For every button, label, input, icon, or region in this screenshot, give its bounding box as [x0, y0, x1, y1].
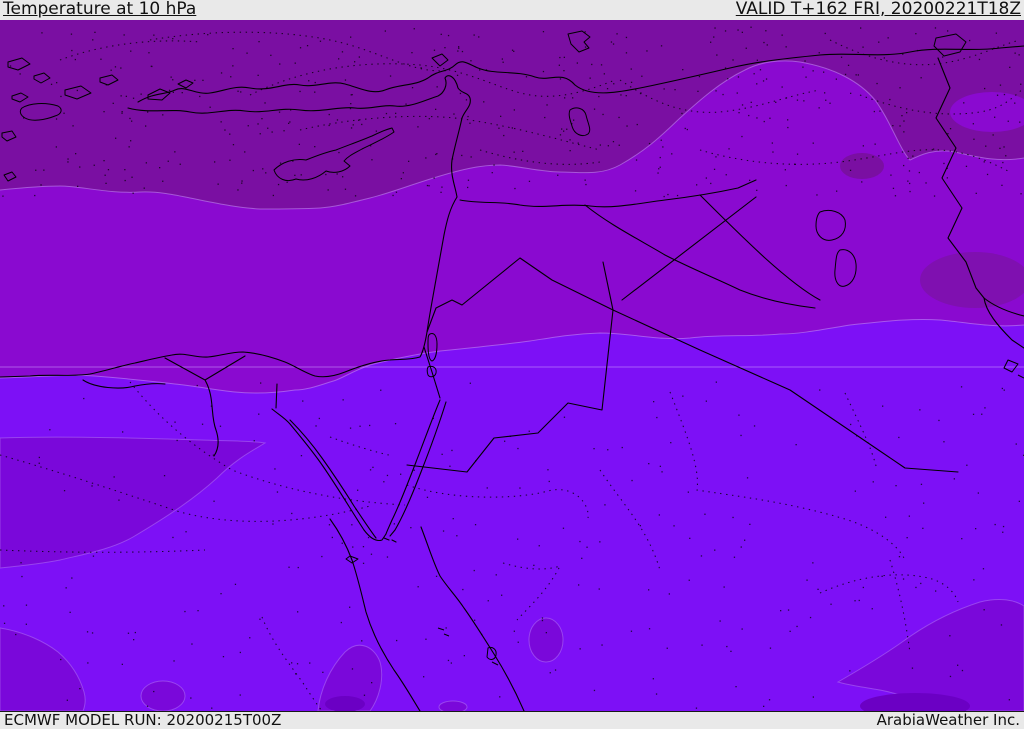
weather-map-window: Temperature at 10 hPa VALID T+162 FRI, 2… [0, 0, 1024, 729]
map-canvas [0, 20, 1024, 711]
header-bar: Temperature at 10 hPa VALID T+162 FRI, 2… [0, 0, 1024, 20]
patch-dark-blob-ne [840, 153, 884, 179]
map-title: Temperature at 10 hPa [3, 0, 197, 19]
model-run-label: ECMWF MODEL RUN: 20200215T00Z [4, 711, 282, 729]
temperature-map-svg [0, 20, 1024, 711]
valid-time-label: VALID T+162 FRI, 20200221T18Z [735, 0, 1021, 19]
brand-label: ArabiaWeather Inc. [876, 711, 1020, 729]
footer-bar: ECMWF MODEL RUN: 20200215T00Z ArabiaWeat… [0, 711, 1024, 729]
